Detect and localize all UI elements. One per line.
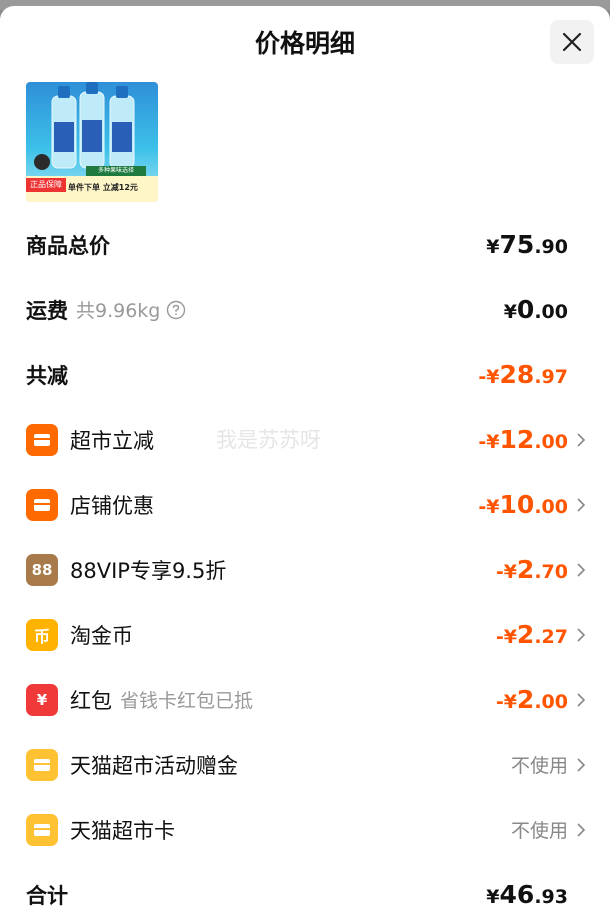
chevron-right-icon — [574, 495, 588, 515]
shipping-label: 运费 — [26, 298, 68, 323]
row-vip-discount[interactable]: 88 88VIP专享9.5折 -¥2.70 — [0, 537, 610, 602]
row-total-goods: 商品总价 ¥75.90 — [0, 212, 610, 277]
close-button[interactable] — [550, 20, 594, 64]
supermarket-icon — [26, 423, 58, 456]
total-discount-amount: -¥28.97 — [478, 360, 568, 389]
vip-discount-amount: -¥2.70 — [495, 555, 568, 584]
grand-total-label: 合计 — [26, 883, 68, 908]
shipping-weight: 共9.96kg — [76, 300, 161, 322]
chevron-right-icon — [574, 625, 588, 645]
supermarket-discount-label: 超市立减 — [70, 428, 154, 453]
row-supermarket-discount[interactable]: 超市立减 -¥12.00 — [0, 407, 610, 472]
promo-caption: 单件下单 立减12元 — [68, 183, 138, 192]
supermarket-card-label: 天猫超市卡 — [70, 818, 175, 843]
supermarket-discount-amount: -¥12.00 — [478, 425, 568, 454]
red-packet-icon: ¥ — [26, 683, 58, 716]
row-red-packet[interactable]: ¥ 红包 省钱卡红包已抵 -¥2.00 — [0, 667, 610, 732]
tao-coins-amount: -¥2.27 — [495, 620, 568, 649]
red-packet-note: 省钱卡红包已抵 — [120, 690, 254, 712]
row-grand-total: 合计 ¥46.93 — [0, 862, 610, 924]
sheet-header: 价格明细 — [0, 6, 610, 76]
row-store-discount[interactable]: 店铺优惠 -¥10.00 — [0, 472, 610, 537]
chevron-right-icon — [574, 690, 588, 710]
store-icon — [26, 488, 58, 521]
red-packet-label: 红包 — [70, 688, 112, 713]
red-packet-amount: -¥2.00 — [495, 685, 568, 714]
flavor-tag: 多种果味选择 — [86, 166, 146, 176]
total-goods-amount: ¥75.90 — [486, 230, 568, 259]
page-title: 价格明细 — [254, 29, 355, 58]
row-activity-gift[interactable]: 天猫超市活动赠金 不使用 — [0, 732, 610, 797]
activity-gift-status: 不使用 — [510, 755, 568, 777]
chevron-right-icon — [574, 560, 588, 580]
help-icon[interactable] — [166, 300, 186, 320]
close-icon — [562, 32, 582, 52]
total-goods-label: 商品总价 — [26, 233, 110, 258]
row-shipping: 运费 共9.96kg ¥0.00 — [0, 277, 610, 342]
chevron-right-icon — [574, 755, 588, 775]
supermarket-card-status: 不使用 — [510, 820, 568, 842]
coin-icon: 币 — [26, 618, 58, 651]
store-discount-label: 店铺优惠 — [70, 493, 154, 518]
authentic-badge: 正品保障 — [26, 178, 66, 192]
grand-total-amount: ¥46.93 — [486, 880, 568, 909]
activity-gift-label: 天猫超市活动赠金 — [70, 753, 238, 778]
row-tao-coins[interactable]: 币 淘金币 -¥2.27 — [0, 602, 610, 667]
tao-coins-label: 淘金币 — [70, 623, 133, 648]
supermarket-card-icon — [26, 813, 58, 846]
product-thumbnail[interactable]: 正品保障 多种果味选择 单件下单 立减12元 — [26, 82, 158, 202]
store-discount-amount: -¥10.00 — [478, 490, 568, 519]
vip-discount-label: 88VIP专享9.5折 — [70, 558, 227, 583]
total-discount-label: 共减 — [26, 363, 68, 388]
price-detail-sheet: 价格明细 正品保障 多种果味选择 单件下单 立减12元 商品总价 ¥75.90 … — [0, 6, 610, 924]
row-supermarket-card[interactable]: 天猫超市卡 不使用 — [0, 797, 610, 862]
row-total-discount: 共减 -¥28.97 — [0, 342, 610, 407]
vip-88-icon: 88 — [26, 553, 58, 586]
chevron-right-icon — [574, 820, 588, 840]
chevron-right-icon — [574, 430, 588, 450]
bottles-illustration — [34, 82, 135, 170]
gift-card-icon — [26, 748, 58, 781]
price-rows: 商品总价 ¥75.90 运费 共9.96kg ¥0.00 共减 -¥28.97 … — [0, 212, 610, 924]
shipping-amount: ¥0.00 — [503, 295, 568, 324]
product-image-caption: 正品保障 多种果味选择 单件下单 立减12元 — [26, 166, 158, 202]
